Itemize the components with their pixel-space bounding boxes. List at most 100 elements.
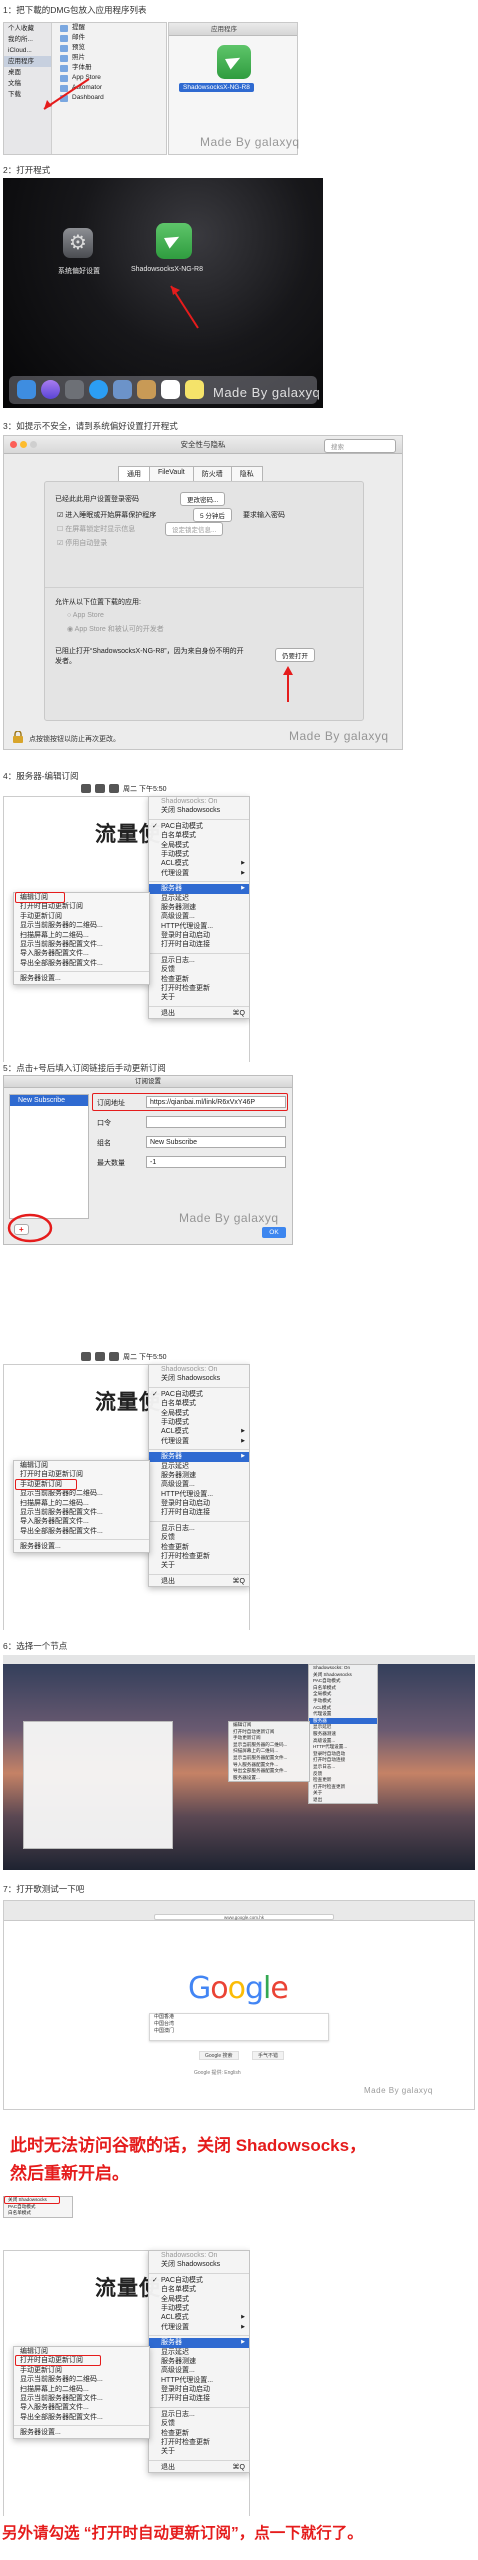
lock-icon[interactable]: [12, 731, 24, 744]
mini-menu-item[interactable]: 检查更新: [309, 1777, 377, 1784]
menu-item-advanced[interactable]: 高级设置...: [149, 2366, 249, 2375]
menu-item-about[interactable]: 关于: [149, 993, 249, 1002]
mini-menu-item[interactable]: HTTP代理设置...: [309, 1744, 377, 1751]
notes-dock-icon[interactable]: [185, 380, 204, 399]
menu-item-autoconnect[interactable]: 打开时自动连接: [149, 1508, 249, 1517]
menubar-icon[interactable]: [95, 1352, 105, 1361]
mini-menu-item[interactable]: 打开时自动连接: [309, 1757, 377, 1764]
menu-item-check-update[interactable]: 检查更新: [149, 975, 249, 984]
mini-menu-item[interactable]: 手动模式: [309, 1698, 377, 1705]
safari-dock-icon[interactable]: [89, 380, 108, 399]
menu-item-autoconnect[interactable]: 打开时自动连接: [149, 2394, 249, 2403]
menu-item-global[interactable]: 全局模式: [149, 841, 249, 850]
system-preferences-icon[interactable]: [63, 228, 93, 258]
menu-item-check-on-open[interactable]: 打开时检查更新: [149, 2438, 249, 2447]
menubar-icon[interactable]: [81, 1352, 91, 1361]
mini-menu-item[interactable]: 代理设置: [309, 1711, 377, 1718]
menu-item-launch-login[interactable]: 登录时自动启动: [149, 1499, 249, 1508]
menu-item-quit[interactable]: 退出 ⌘Q: [149, 1009, 249, 1018]
submenu-show-qr[interactable]: 显示当前服务器的二维码...: [14, 1489, 149, 1498]
submenu-show-config[interactable]: 显示当前服务器配置文件...: [14, 2394, 149, 2403]
mini-menu-item[interactable]: PAC自动模式: [309, 1678, 377, 1685]
submenu-server-settings[interactable]: 服务器设置...: [14, 974, 149, 983]
menu-item-toggle[interactable]: 关闭 Shadowsocks: [149, 2260, 249, 2269]
lucky-button[interactable]: 手气不错: [252, 2051, 285, 2060]
mail-dock-icon[interactable]: [113, 380, 132, 399]
submenu-show-qr[interactable]: 显示当前服务器的二维码...: [14, 921, 149, 930]
ok-button[interactable]: OK: [262, 1227, 286, 1238]
menu-item-logs[interactable]: 显示日志...: [149, 2410, 249, 2419]
menu-item-http-proxy[interactable]: HTTP代理设置...: [149, 922, 249, 931]
submenu-edit-subscription[interactable]: 编辑订阅: [14, 1461, 149, 1470]
mini-menu-item[interactable]: 白名单模式: [4, 2210, 72, 2217]
menu-item-global[interactable]: 全局模式: [149, 2295, 249, 2304]
change-password-button[interactable]: 更改密码...: [180, 492, 226, 506]
file-item[interactable]: 提醒: [54, 23, 166, 33]
submenu-server-settings[interactable]: 服务器设置...: [14, 2428, 149, 2437]
menu-item-speedtest[interactable]: 服务器测速: [149, 1471, 249, 1480]
submenu-show-config[interactable]: 显示当前服务器配置文件...: [14, 1508, 149, 1517]
address-bar[interactable]: www.google.com.hk: [154, 1914, 334, 1920]
shadowsocks-app-icon[interactable]: [217, 45, 251, 79]
menu-item-speedtest[interactable]: 服务器测速: [149, 2357, 249, 2366]
require-password-checkbox[interactable]: ☑ 进入睡眠或开始屏幕保护程序: [57, 510, 156, 520]
menu-item-logs[interactable]: 显示日志...: [149, 956, 249, 965]
menu-item-logs[interactable]: 显示日志...: [149, 1524, 249, 1533]
menubar-icon[interactable]: [109, 784, 119, 793]
subscription-list-item[interactable]: New Subscribe: [10, 1095, 88, 1106]
mini-menu-item[interactable]: 显示日志...: [309, 1764, 377, 1771]
sidebar-item-applications[interactable]: 应用程序: [4, 56, 51, 67]
menu-item-servers[interactable]: 服务器: [149, 884, 249, 894]
calendar-dock-icon[interactable]: [161, 380, 180, 399]
menu-item-manual[interactable]: 手动模式: [149, 1418, 249, 1427]
shadowsocks-launch-icon[interactable]: [156, 223, 192, 259]
menu-item-advanced[interactable]: 高级设置...: [149, 912, 249, 921]
google-search-box[interactable]: 中国香港 中国台湾 中国澳门: [149, 2013, 329, 2041]
file-item[interactable]: 预览: [54, 43, 166, 53]
mini-submenu-item[interactable]: 导出全部服务器配置文件...: [229, 1768, 309, 1775]
suggestion-item[interactable]: 中国台湾: [150, 2021, 328, 2028]
mini-submenu-item[interactable]: 编辑订阅: [229, 1722, 309, 1729]
mini-menu-item[interactable]: 关于: [309, 1790, 377, 1797]
submenu-show-qr[interactable]: 显示当前服务器的二维码...: [14, 2375, 149, 2384]
set-lock-message-button[interactable]: 设定锁定信息...: [165, 522, 224, 536]
file-item[interactable]: 字体册: [54, 63, 166, 73]
menu-item-servers[interactable]: 服务器: [149, 2338, 249, 2348]
suggestion-item[interactable]: 中国澳门: [150, 2028, 328, 2035]
group-input[interactable]: New Subscribe: [146, 1136, 286, 1148]
submenu-import-config[interactable]: 导入服务器配置文件...: [14, 2403, 149, 2412]
submenu-manual-update[interactable]: 手动更新订阅: [14, 2366, 149, 2375]
menu-item-servers[interactable]: 服务器: [149, 1452, 249, 1462]
menu-item-launch-login[interactable]: 登录时自动启动: [149, 931, 249, 940]
require-after-select[interactable]: 5 分钟后: [193, 508, 232, 522]
submenu-scan-qr[interactable]: 扫描屏幕上的二维码...: [14, 2385, 149, 2394]
menu-item-toggle[interactable]: 关闭 Shadowsocks: [149, 806, 249, 815]
menu-item-speedtest[interactable]: 服务器测速: [149, 903, 249, 912]
submenu-export-config[interactable]: 导出全部服务器配置文件...: [14, 2413, 149, 2422]
menu-item-acl[interactable]: ACL模式: [149, 1427, 249, 1437]
show-message-checkbox[interactable]: ☐ 在屏幕锁定时显示信息: [57, 524, 135, 534]
open-anyway-button[interactable]: 仍要打开: [275, 648, 315, 662]
menu-item-about[interactable]: 关于: [149, 2447, 249, 2456]
zoom-button[interactable]: [30, 441, 37, 448]
search-field[interactable]: 搜索: [324, 439, 396, 453]
google-search-button[interactable]: Google 搜索: [199, 2051, 239, 2060]
menu-item-check-update[interactable]: 检查更新: [149, 1543, 249, 1552]
minimize-button[interactable]: [20, 441, 27, 448]
menu-item-whitelist[interactable]: 白名单模式: [149, 2285, 249, 2294]
mini-menu-item[interactable]: 退出: [309, 1797, 377, 1804]
sidebar-item[interactable]: iCloud...: [4, 45, 51, 56]
submenu-show-config[interactable]: 显示当前服务器配置文件...: [14, 940, 149, 949]
mini-submenu-item[interactable]: 手动更新订阅: [229, 1735, 309, 1742]
suggestion-item[interactable]: 中国香港: [150, 2014, 328, 2021]
menu-item-quit[interactable]: 退出 ⌘Q: [149, 2463, 249, 2472]
file-item[interactable]: 照片: [54, 53, 166, 63]
tab-privacy[interactable]: 隐私: [230, 466, 263, 482]
launchpad-dock-icon[interactable]: [65, 380, 84, 399]
menu-item-autoconnect[interactable]: 打开时自动连接: [149, 940, 249, 949]
siri-dock-icon[interactable]: [41, 380, 60, 399]
menu-item-proxy-settings[interactable]: 代理设置: [149, 869, 249, 879]
menu-item-about[interactable]: 关于: [149, 1561, 249, 1570]
mini-menu-item[interactable]: 服务器测速: [309, 1731, 377, 1738]
submenu-import-config[interactable]: 导入服务器配置文件...: [14, 1517, 149, 1526]
